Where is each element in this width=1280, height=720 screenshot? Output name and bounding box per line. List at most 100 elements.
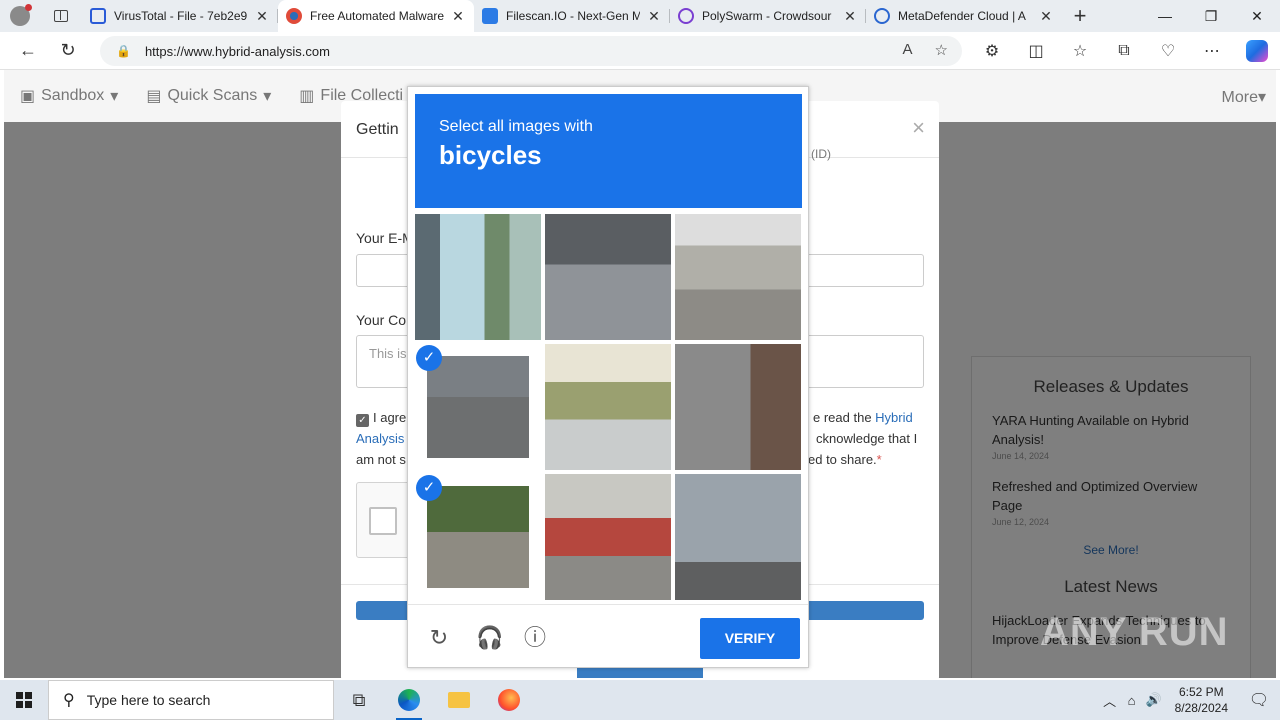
address-bar-row: ← ↻ 🔒 https://www.hybrid-analysis.com A … — [0, 32, 1280, 70]
windows-logo-icon — [16, 692, 32, 708]
show-hidden-icons-icon[interactable]: ︿ — [1099, 691, 1121, 710]
captcha-tile[interactable] — [545, 474, 671, 600]
captcha-instruction: Select all images with — [439, 118, 593, 135]
profile-button[interactable] — [0, 0, 40, 32]
browser-essentials-icon[interactable]: ♡ — [1146, 41, 1190, 61]
search-placeholder: Type here to search — [86, 692, 211, 708]
caret-down-icon: ▾ — [110, 88, 119, 105]
loading-spinner-icon — [874, 8, 890, 24]
split-screen-icon[interactable]: ◫ — [1014, 41, 1058, 61]
polyswarm-favicon-icon — [678, 8, 694, 24]
agree-text-part: am not s — [356, 452, 406, 467]
date-text: 8/28/2024 — [1174, 701, 1228, 715]
modal-title-tail: (ID) — [811, 147, 831, 161]
close-tab-icon[interactable]: ✕ — [646, 8, 662, 25]
favorite-star-icon[interactable]: ☆ — [935, 41, 948, 59]
tab-metadefender[interactable]: MetaDefender Cloud | A ✕ — [866, 0, 1062, 32]
tab-filescan[interactable]: Filescan.IO - Next-Gen M ✕ — [474, 0, 670, 32]
tab-title: Free Automated Malware — [310, 9, 444, 23]
minimize-button[interactable]: — — [1142, 0, 1188, 32]
captcha-tile[interactable] — [675, 214, 801, 340]
tab-virustotal[interactable]: VirusTotal - File - 7eb2e9 ✕ — [82, 0, 278, 32]
agree-text-part: cknowledge that I — [816, 431, 918, 446]
captcha-tile[interactable] — [545, 344, 671, 470]
checkmark-icon: ✓ — [416, 475, 442, 501]
tab-actions-icon — [54, 10, 68, 22]
bicycle-street-image — [545, 214, 671, 340]
notifications-icon[interactable]: 🗨 — [1238, 690, 1280, 710]
read-aloud-icon[interactable]: A — [903, 41, 913, 59]
captcha-tile[interactable] — [545, 214, 671, 340]
network-icon[interactable]: ⌂ — [1121, 693, 1143, 708]
back-button[interactable]: ← — [8, 32, 48, 70]
tab-title: Filescan.IO - Next-Gen M — [506, 9, 640, 23]
analysis-link[interactable]: Analysis — [356, 431, 404, 446]
copilot-icon[interactable] — [1246, 40, 1268, 62]
lock-icon: 🔒 — [116, 44, 131, 58]
captcha-target: bicycles — [439, 140, 542, 170]
tab-title: MetaDefender Cloud | A — [898, 9, 1026, 23]
speaker-icon[interactable]: 🔊 — [1143, 692, 1165, 708]
anyrun-watermark: ANY RUN — [1040, 610, 1229, 654]
close-tab-icon[interactable]: ✕ — [1038, 8, 1054, 25]
reload-icon[interactable]: ↻ — [428, 627, 450, 649]
captcha-image-grid: ✓ ✓ — [415, 214, 803, 602]
new-tab-button[interactable]: + — [1062, 3, 1098, 29]
start-button[interactable] — [0, 680, 48, 720]
favorites-icon[interactable]: ☆ — [1058, 41, 1102, 61]
nav-label: Quick Scans — [167, 87, 258, 104]
window-controls: — ❐ ✕ — [1142, 0, 1280, 32]
url-field[interactable]: 🔒 https://www.hybrid-analysis.com A ☆ — [100, 36, 962, 66]
street-car-image — [675, 214, 801, 340]
modal-title: Gettin — [356, 121, 399, 138]
hybrid-link[interactable]: Hybrid — [875, 410, 913, 425]
verify-button[interactable]: VERIFY — [700, 618, 800, 659]
captcha-tile-selected[interactable]: ✓ — [415, 474, 541, 600]
comment-placeholder: This is — [369, 346, 407, 361]
more-menu-icon[interactable]: ⋯ — [1190, 41, 1234, 61]
clock[interactable]: 6:52 PM 8/28/2024 — [1175, 684, 1228, 716]
firefox-icon[interactable] — [484, 680, 534, 720]
refresh-button[interactable]: ↻ — [48, 32, 88, 70]
tab-actions-button[interactable] — [40, 0, 82, 32]
taskbar-search[interactable]: ⚲ Type here to search — [48, 680, 334, 720]
recaptcha-checkbox[interactable] — [369, 507, 397, 535]
nav-sandbox[interactable]: ▣ Sandbox ▾ — [20, 86, 118, 106]
file-icon: ▤ — [146, 88, 162, 105]
extensions-icon[interactable]: ⚙ — [970, 41, 1014, 61]
tab-hybrid-analysis[interactable]: Free Automated Malware ✕ — [278, 0, 474, 32]
captcha-instruction-banner: Select all images with bicycles — [415, 94, 802, 208]
captcha-challenge: Select all images with bicycles ✓ ✓ ↻ 🎧 … — [407, 86, 809, 668]
nav-more[interactable]: More▾ — [1222, 87, 1266, 107]
building-trees-image — [545, 344, 671, 470]
checkmark-icon: ✓ — [416, 345, 442, 371]
captcha-tile-selected[interactable]: ✓ — [415, 344, 541, 470]
close-window-button[interactable]: ✕ — [1234, 0, 1280, 32]
comment-label: Your Co — [356, 312, 407, 328]
agree-checkbox[interactable]: ✓ — [356, 414, 369, 427]
truck-umbrella-image — [545, 474, 671, 600]
close-icon[interactable]: × — [912, 115, 925, 141]
close-tab-icon[interactable]: ✕ — [450, 8, 466, 25]
nav-label: More — [1221, 89, 1258, 106]
nav-label: Sandbox — [41, 87, 105, 104]
file-explorer-icon[interactable] — [434, 680, 484, 720]
collections-icon[interactable]: ⧉ — [1102, 42, 1146, 60]
edge-taskbar-icon[interactable] — [384, 680, 434, 720]
close-tab-icon[interactable]: ✕ — [254, 8, 270, 25]
tab-title: VirusTotal - File - 7eb2e9 — [114, 9, 248, 23]
close-tab-icon[interactable]: ✕ — [842, 8, 858, 25]
agree-text-part: e read the — [813, 410, 872, 425]
task-view-icon[interactable]: ⧉ — [334, 680, 384, 720]
headphones-icon[interactable]: 🎧 — [476, 627, 503, 649]
cyclist-tree-image — [675, 344, 801, 470]
captcha-tile[interactable] — [675, 474, 801, 600]
nav-quick-scans[interactable]: ▤ Quick Scans ▾ — [146, 86, 271, 106]
captcha-tile[interactable] — [675, 344, 801, 470]
cyclist-vest-image — [427, 356, 529, 458]
restore-button[interactable]: ❐ — [1188, 0, 1234, 32]
tab-title: PolySwarm - Crowdsour — [702, 9, 832, 23]
captcha-tile[interactable] — [415, 214, 541, 340]
info-icon[interactable]: ⓘ — [524, 627, 546, 649]
tab-polyswarm[interactable]: PolySwarm - Crowdsour ✕ — [670, 0, 866, 32]
